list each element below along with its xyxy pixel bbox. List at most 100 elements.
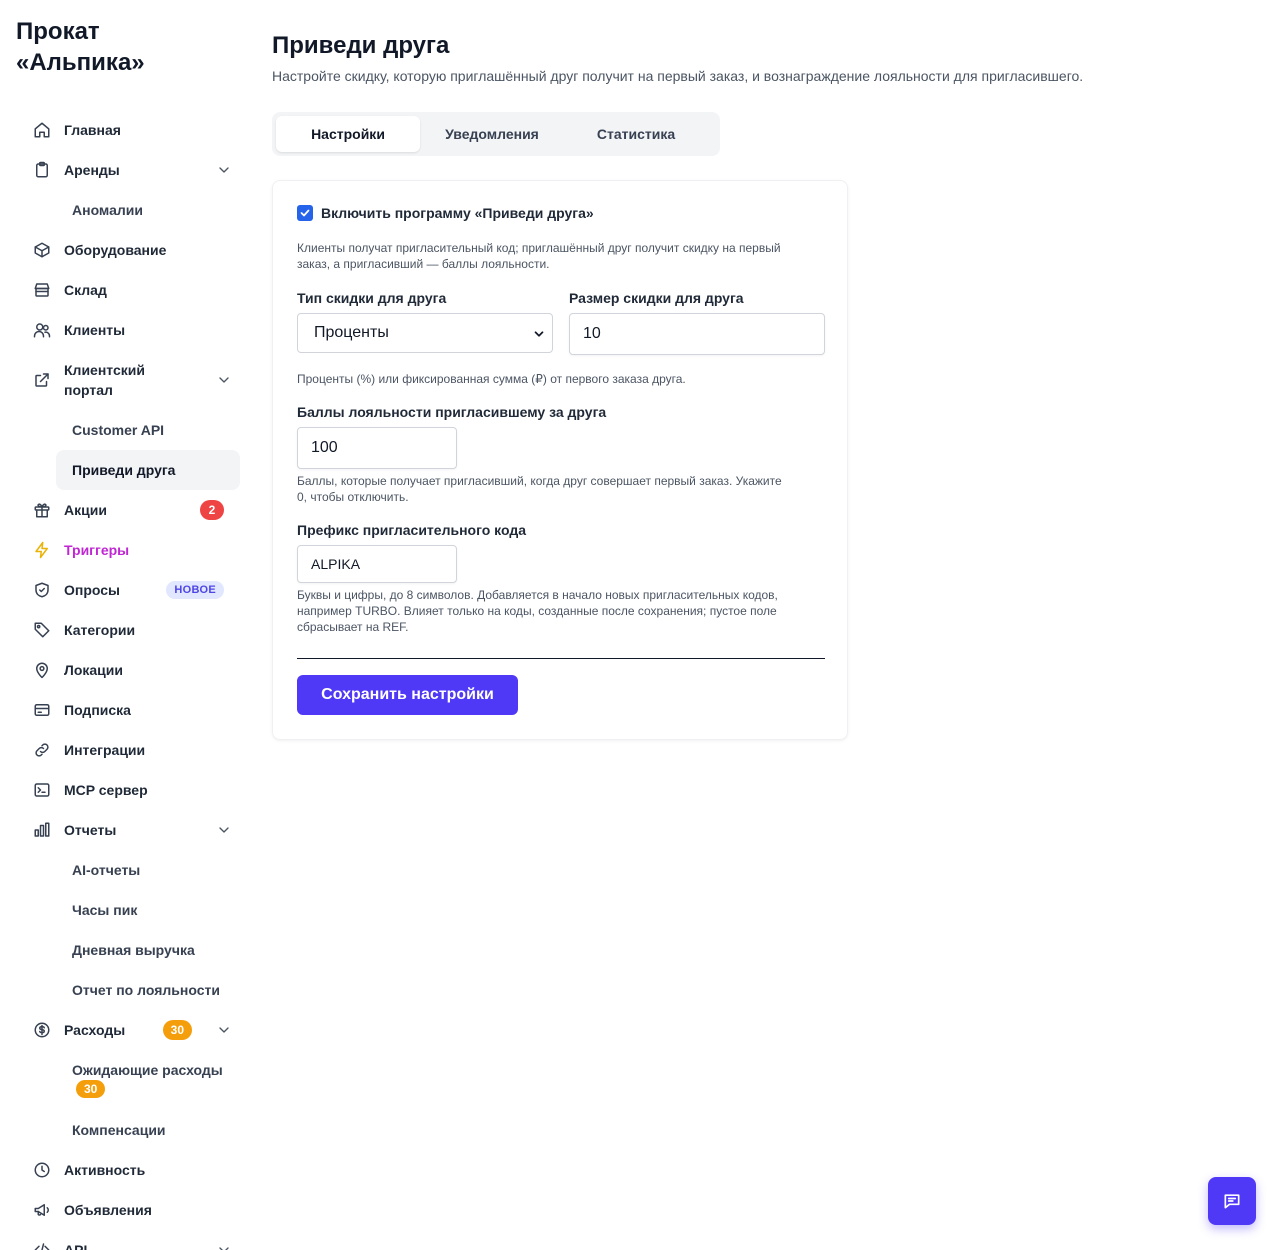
sidebar-item-announcements[interactable]: Объявления [24,1190,240,1230]
sidebar-item-label: Главная [64,122,121,138]
help-line: Баллы, которые получает пригласивший, ко… [297,474,782,488]
help-line: Клиенты получат пригласительный код; при… [297,241,781,255]
brand-line-1: Прокат [16,18,100,45]
sidebar-item-rentals[interactable]: Аренды [24,150,240,190]
sidebar-item-label: API [64,1242,88,1250]
new-badge: НОВОЕ [166,581,224,599]
sidebar-item-mcp[interactable]: MCP сервер [24,770,240,810]
sidebar-item-label: Расходы [64,1022,126,1038]
terminal-icon [32,780,52,800]
sidebar-item-home[interactable]: Главная [24,110,240,150]
sidebar-item-reports[interactable]: Отчеты [24,810,240,850]
client-portal-line-1: Клиентский [64,362,145,378]
enable-program-help: Клиенты получат пригласительный код; при… [297,240,825,272]
help-line: Буквы и цифры, до 8 символов. Добавляетс… [297,588,778,602]
sidebar-subitem-label: Ожидающие расходы [72,1062,223,1078]
chevron-down-icon[interactable] [216,1022,232,1038]
points-value: 100 [311,439,338,456]
page-title: Приведи друга [272,32,450,59]
clock-icon [32,1160,52,1180]
sidebar-item-promotions[interactable]: Акции 2 [24,490,240,530]
sidebar-item-warehouse[interactable]: Склад [24,270,240,310]
enable-program-checkbox[interactable] [297,205,313,221]
help-line: например TURBO. Влияет только на коды, с… [297,604,777,618]
points-help: Баллы, которые получает пригласивший, ко… [297,473,825,505]
sidebar-item-label: Интеграции [64,742,146,758]
sidebar-item-label: Акции [64,502,107,518]
sidebar-subitem-pending-expenses[interactable]: Ожидающие расходы 30 [24,1050,240,1110]
chevron-down-icon[interactable] [216,372,232,388]
sidebar-subitem-anomalies[interactable]: Аномалии [24,190,240,230]
sidebar-item-label: Активность [64,1162,146,1178]
sidebar-item-surveys[interactable]: Опросы НОВОЕ [24,570,240,610]
discount-size-input[interactable]: 10 [569,313,825,355]
sidebar-item-expenses[interactable]: Расходы 30 [24,1010,240,1050]
help-line: сбрасывает на REF. [297,620,409,634]
sidebar-item-integrations[interactable]: Интеграции [24,730,240,770]
enable-program-label[interactable]: Включить программу «Приведи друга» [321,205,594,221]
points-label: Баллы лояльности пригласившему за друга [297,404,607,420]
discount-help: Проценты (%) или фиксированная сумма (₽)… [297,372,686,386]
chevron-down-icon[interactable] [216,1242,232,1250]
sidebar-item-label: Аренды [64,162,120,178]
external-link-icon [32,370,52,390]
lightning-icon [32,540,52,560]
sidebar-subitem-customer-api[interactable]: Customer API [24,410,240,450]
sidebar-subitem-peak-hours[interactable]: Часы пик [24,890,240,930]
brand-line-2: «Альпика» [16,49,145,76]
sidebar-subitem-daily-revenue[interactable]: Дневная выручка [24,930,240,970]
chat-button[interactable] [1208,1177,1256,1225]
users-icon [32,320,52,340]
sidebar-item-triggers[interactable]: Триггеры [24,530,240,570]
help-line: заказ, а пригласивший — баллы лояльности… [297,257,550,271]
gift-icon [32,500,52,520]
sidebar-item-label: Категории [64,622,136,638]
discount-type-select[interactable]: Проценты [297,313,553,353]
sidebar-item-api[interactable]: API [24,1230,240,1250]
sidebar-item-label: Оборудование [64,242,167,258]
megaphone-icon [32,1200,52,1220]
help-line: 0, чтобы отключить. [297,490,409,504]
sidebar-item-label: Склад [64,282,107,298]
sidebar-nav: Главная Аренды Аномалии Оборудование Скл… [24,110,240,1250]
sidebar-item-label: Клиенты [64,322,126,338]
sidebar-item-subscription[interactable]: Подписка [24,690,240,730]
points-input[interactable]: 100 [297,427,457,469]
map-pin-icon [32,660,52,680]
chevron-down-icon[interactable] [216,822,232,838]
sidebar-item-equipment[interactable]: Оборудование [24,230,240,270]
sidebar: Прокат «Альпика» Главная Аренды Аномалии… [0,0,256,1250]
shield-check-icon [32,580,52,600]
discount-size-label: Размер скидки для друга [569,290,744,306]
sidebar-subitem-ai-reports[interactable]: AI-отчеты [24,850,240,890]
tab-bar: Настройки Уведомления Статистика [272,112,720,156]
tag-icon [32,620,52,640]
prefix-input[interactable]: ALPIKA [297,545,457,583]
brand-title[interactable]: Прокат «Альпика» [16,16,145,78]
page-subtitle: Настройте скидку, которую приглашённый д… [272,68,1084,84]
discount-type-value: Проценты [314,324,389,341]
sidebar-item-clients[interactable]: Клиенты [24,310,240,350]
sidebar-item-client-portal[interactable]: Клиентский портал [24,350,240,410]
link-icon [32,740,52,760]
tab-settings[interactable]: Настройки [276,116,420,152]
sidebar-subitem-refer-friend[interactable]: Приведи друга [56,450,240,490]
sidebar-item-categories[interactable]: Категории [24,610,240,650]
sidebar-subitem-compensations[interactable]: Компенсации [24,1110,240,1150]
promotions-count-badge: 2 [200,500,224,520]
form-divider [297,658,825,659]
sidebar-item-activity[interactable]: Активность [24,1150,240,1190]
sidebar-item-locations[interactable]: Локации [24,650,240,690]
tab-notifications[interactable]: Уведомления [420,116,564,152]
sidebar-subitem-loyalty-report[interactable]: Отчет по лояльности [24,970,240,1010]
chevron-down-icon[interactable] [216,162,232,178]
expenses-count-badge: 30 [162,1020,192,1040]
tab-statistics[interactable]: Статистика [564,116,708,152]
dollar-circle-icon [32,1020,52,1040]
sidebar-item-label: Клиентский портал [64,360,145,400]
prefix-value: ALPIKA [311,556,361,572]
settings-card: Включить программу «Приведи друга» Клиен… [272,180,848,740]
save-settings-button[interactable]: Сохранить настройки [297,675,518,715]
chevron-down-icon [534,331,544,337]
pending-expenses-badge: 30 [76,1080,106,1098]
